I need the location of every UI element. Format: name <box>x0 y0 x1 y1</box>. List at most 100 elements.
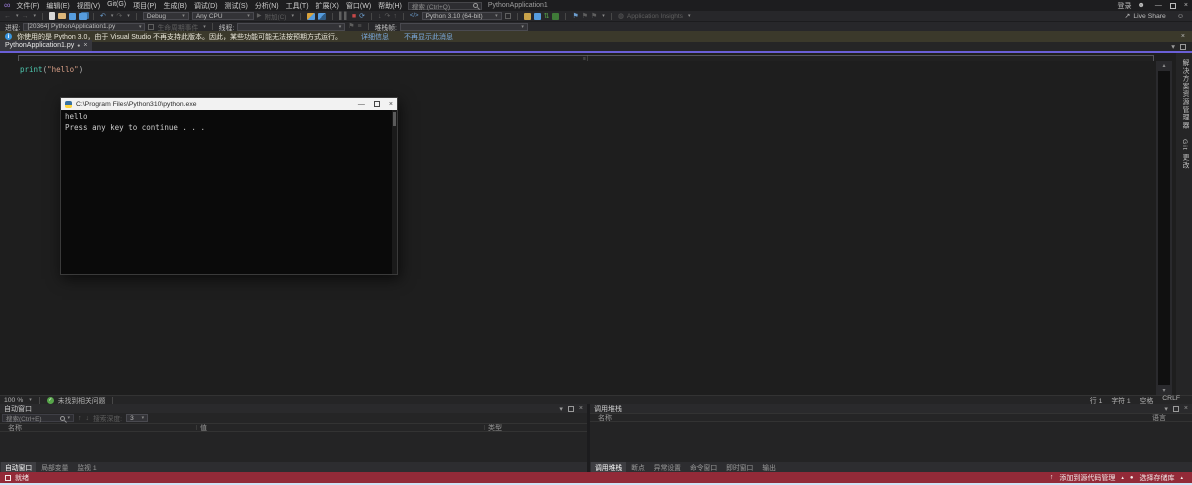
break-all-icon[interactable]: ▌▌ <box>339 13 349 20</box>
previous-bookmark-icon[interactable]: ⚑ <box>582 13 588 20</box>
show-threads-in-source-icon[interactable]: ≡ <box>358 23 362 30</box>
environment-settings-icon[interactable] <box>504 13 511 19</box>
navigate-forward-icon[interactable]: → <box>22 13 29 20</box>
callstack-frame-list[interactable] <box>590 422 1192 462</box>
scrollbar-up-icon[interactable]: ▴ <box>1156 62 1172 69</box>
next-bookmark-icon[interactable]: ⚑ <box>591 13 597 20</box>
bookmark-icon[interactable]: ⚑ <box>572 13 578 20</box>
scrollbar-down-icon[interactable]: ▾ <box>1156 387 1172 394</box>
tab-locals[interactable]: 局部变量 <box>37 462 73 472</box>
python-environment-dropdown[interactable]: Python 3.10 (64-bit) ▾ <box>421 12 502 20</box>
menu-item-test[interactable]: 测试(S) <box>225 1 248 11</box>
console-maximize-button[interactable] <box>373 101 380 107</box>
autos-search-input[interactable]: 搜索(Ctrl+E) ▾ <box>2 414 74 423</box>
callstack-float-icon[interactable] <box>1172 405 1179 412</box>
menu-item-tools[interactable]: 工具(T) <box>286 1 309 11</box>
tab-callstack[interactable]: 调用堆栈 <box>591 462 627 472</box>
close-button[interactable]: × <box>1184 2 1188 9</box>
repo-caret-icon[interactable]: ▴ <box>1180 475 1183 481</box>
scrollbar-map[interactable] <box>1158 71 1170 385</box>
flag-thread-icon[interactable]: ⚑ <box>348 23 354 30</box>
active-files-dropdown-icon[interactable]: ▾ <box>1171 42 1175 51</box>
select-repository-button[interactable]: 选择存储库 <box>1139 473 1174 483</box>
feedback-icon[interactable]: ☺ <box>1177 13 1184 20</box>
autos-col-value[interactable]: 值 <box>200 423 207 433</box>
callstack-panel-title-bar[interactable]: 调用堆栈 ▾ × <box>590 404 1192 413</box>
menu-item-edit[interactable]: 编辑(E) <box>46 1 69 11</box>
python-interactive-icon[interactable]: </> <box>410 13 419 19</box>
tab-watch1[interactable]: 监视 1 <box>73 462 101 472</box>
console-minimize-button[interactable]: — <box>358 101 365 108</box>
add-to-source-control-button[interactable]: 添加到源代码管理 <box>1059 473 1115 483</box>
console-scrollbar[interactable] <box>392 110 397 274</box>
callstack-col-language[interactable]: 语言 <box>1152 413 1166 423</box>
tab-output[interactable]: 输出 <box>758 462 780 472</box>
attach-button-label[interactable]: 附加(C) <box>264 11 286 21</box>
live-share-icon[interactable]: ↗ <box>1124 13 1130 20</box>
hot-reload-icon[interactable] <box>306 12 315 20</box>
apply-code-changes-icon[interactable] <box>317 12 326 20</box>
step-out-icon[interactable]: ↑ <box>393 13 397 20</box>
python-console-window[interactable]: C:\Program Files\Python310\python.exe — … <box>60 97 398 275</box>
navigate-test-icon[interactable]: ⇅ <box>544 13 550 20</box>
menu-item-build[interactable]: 生成(B) <box>163 1 186 11</box>
source-control-caret-icon[interactable]: ▴ <box>1121 475 1124 481</box>
test-explorer-icon[interactable] <box>552 12 560 20</box>
undo-icon[interactable]: ↶ <box>100 13 106 20</box>
callstack-options-icon[interactable]: ▾ <box>1164 405 1168 413</box>
start-attach-icon[interactable]: ▶ <box>257 13 262 19</box>
search-depth-dropdown[interactable]: 3 ▾ <box>126 414 149 422</box>
minimize-button[interactable]: — <box>1155 2 1162 9</box>
solution-configuration-dropdown[interactable]: Debug ▾ <box>142 12 189 20</box>
thread-dropdown[interactable]: ▾ <box>237 22 346 31</box>
float-window-icon[interactable] <box>1180 43 1186 50</box>
autos-col-type[interactable]: 类型 <box>488 423 502 433</box>
live-share-label[interactable]: Live Share <box>1133 13 1166 20</box>
sign-in-button[interactable]: 登录 <box>1118 1 1132 11</box>
autos-float-icon[interactable] <box>567 405 574 412</box>
tab-immediate-window[interactable]: 即时窗口 <box>722 462 758 472</box>
step-over-icon[interactable]: ↷ <box>385 13 391 20</box>
console-close-button[interactable]: × <box>389 101 393 108</box>
tab-close-icon[interactable]: × <box>83 42 87 49</box>
application-insights-label[interactable]: Application Insights <box>627 13 683 20</box>
new-file-icon[interactable] <box>49 12 56 20</box>
restart-icon[interactable]: ⟳ <box>359 13 365 20</box>
console-title-bar[interactable]: C:\Program Files\Python310\python.exe — … <box>61 98 397 110</box>
maximize-button[interactable] <box>1169 2 1176 9</box>
autos-variable-list[interactable] <box>0 432 587 462</box>
save-all-icon[interactable] <box>79 12 88 20</box>
infobar-details-link[interactable]: 详细信息 <box>361 32 389 42</box>
autos-close-icon[interactable]: × <box>579 405 583 412</box>
menu-item-analyze[interactable]: 分析(N) <box>255 1 279 11</box>
callstack-close-icon[interactable]: × <box>1184 405 1188 412</box>
navigate-back-icon[interactable]: ← <box>4 13 11 20</box>
autos-options-icon[interactable]: ▾ <box>559 405 563 413</box>
search-down-icon[interactable]: ↓ <box>86 415 90 422</box>
search-up-icon[interactable]: ↑ <box>78 415 82 422</box>
application-insights-icon[interactable]: ◍ <box>618 13 624 20</box>
infobar-close-icon[interactable]: × <box>1181 33 1187 40</box>
redo-icon[interactable]: ↷ <box>116 13 122 20</box>
tab-autos[interactable]: 自动窗口 <box>1 462 37 472</box>
quick-search-input[interactable]: 搜索 (Ctrl+Q) <box>407 1 482 11</box>
tab-pythonapplication1[interactable]: PythonApplication1.py ● × <box>0 40 93 51</box>
sidetab-solution-explorer[interactable]: 解决方案资源管理器 <box>1179 59 1189 129</box>
menu-item-debug[interactable]: 调试(D) <box>194 1 218 11</box>
sidetab-git-changes[interactable]: Git 更改 <box>1179 139 1189 169</box>
editor-vertical-scrollbar[interactable]: ▴ ▾ <box>1156 61 1172 395</box>
solution-platform-dropdown[interactable]: Any CPU ▾ <box>191 12 254 20</box>
autos-col-name[interactable]: 名称 <box>8 423 22 433</box>
menu-item-project[interactable]: 项目(P) <box>133 1 156 11</box>
menu-item-file[interactable]: 文件(F) <box>16 1 39 11</box>
tab-command-window[interactable]: 命令窗口 <box>685 462 722 472</box>
open-file-icon[interactable] <box>58 13 67 19</box>
menu-item-extensions[interactable]: 扩展(X) <box>316 1 339 11</box>
menu-item-help[interactable]: 帮助(H) <box>378 1 402 11</box>
solution-explorer-sync-icon[interactable] <box>523 12 531 20</box>
stop-debugging-icon[interactable]: ■ <box>352 13 356 20</box>
lifecycle-events-icon[interactable] <box>148 23 155 30</box>
stack-frame-dropdown[interactable]: ▾ <box>399 22 528 31</box>
menu-item-view[interactable]: 视图(V) <box>77 1 100 11</box>
solution-explorer-icon[interactable] <box>533 12 541 20</box>
